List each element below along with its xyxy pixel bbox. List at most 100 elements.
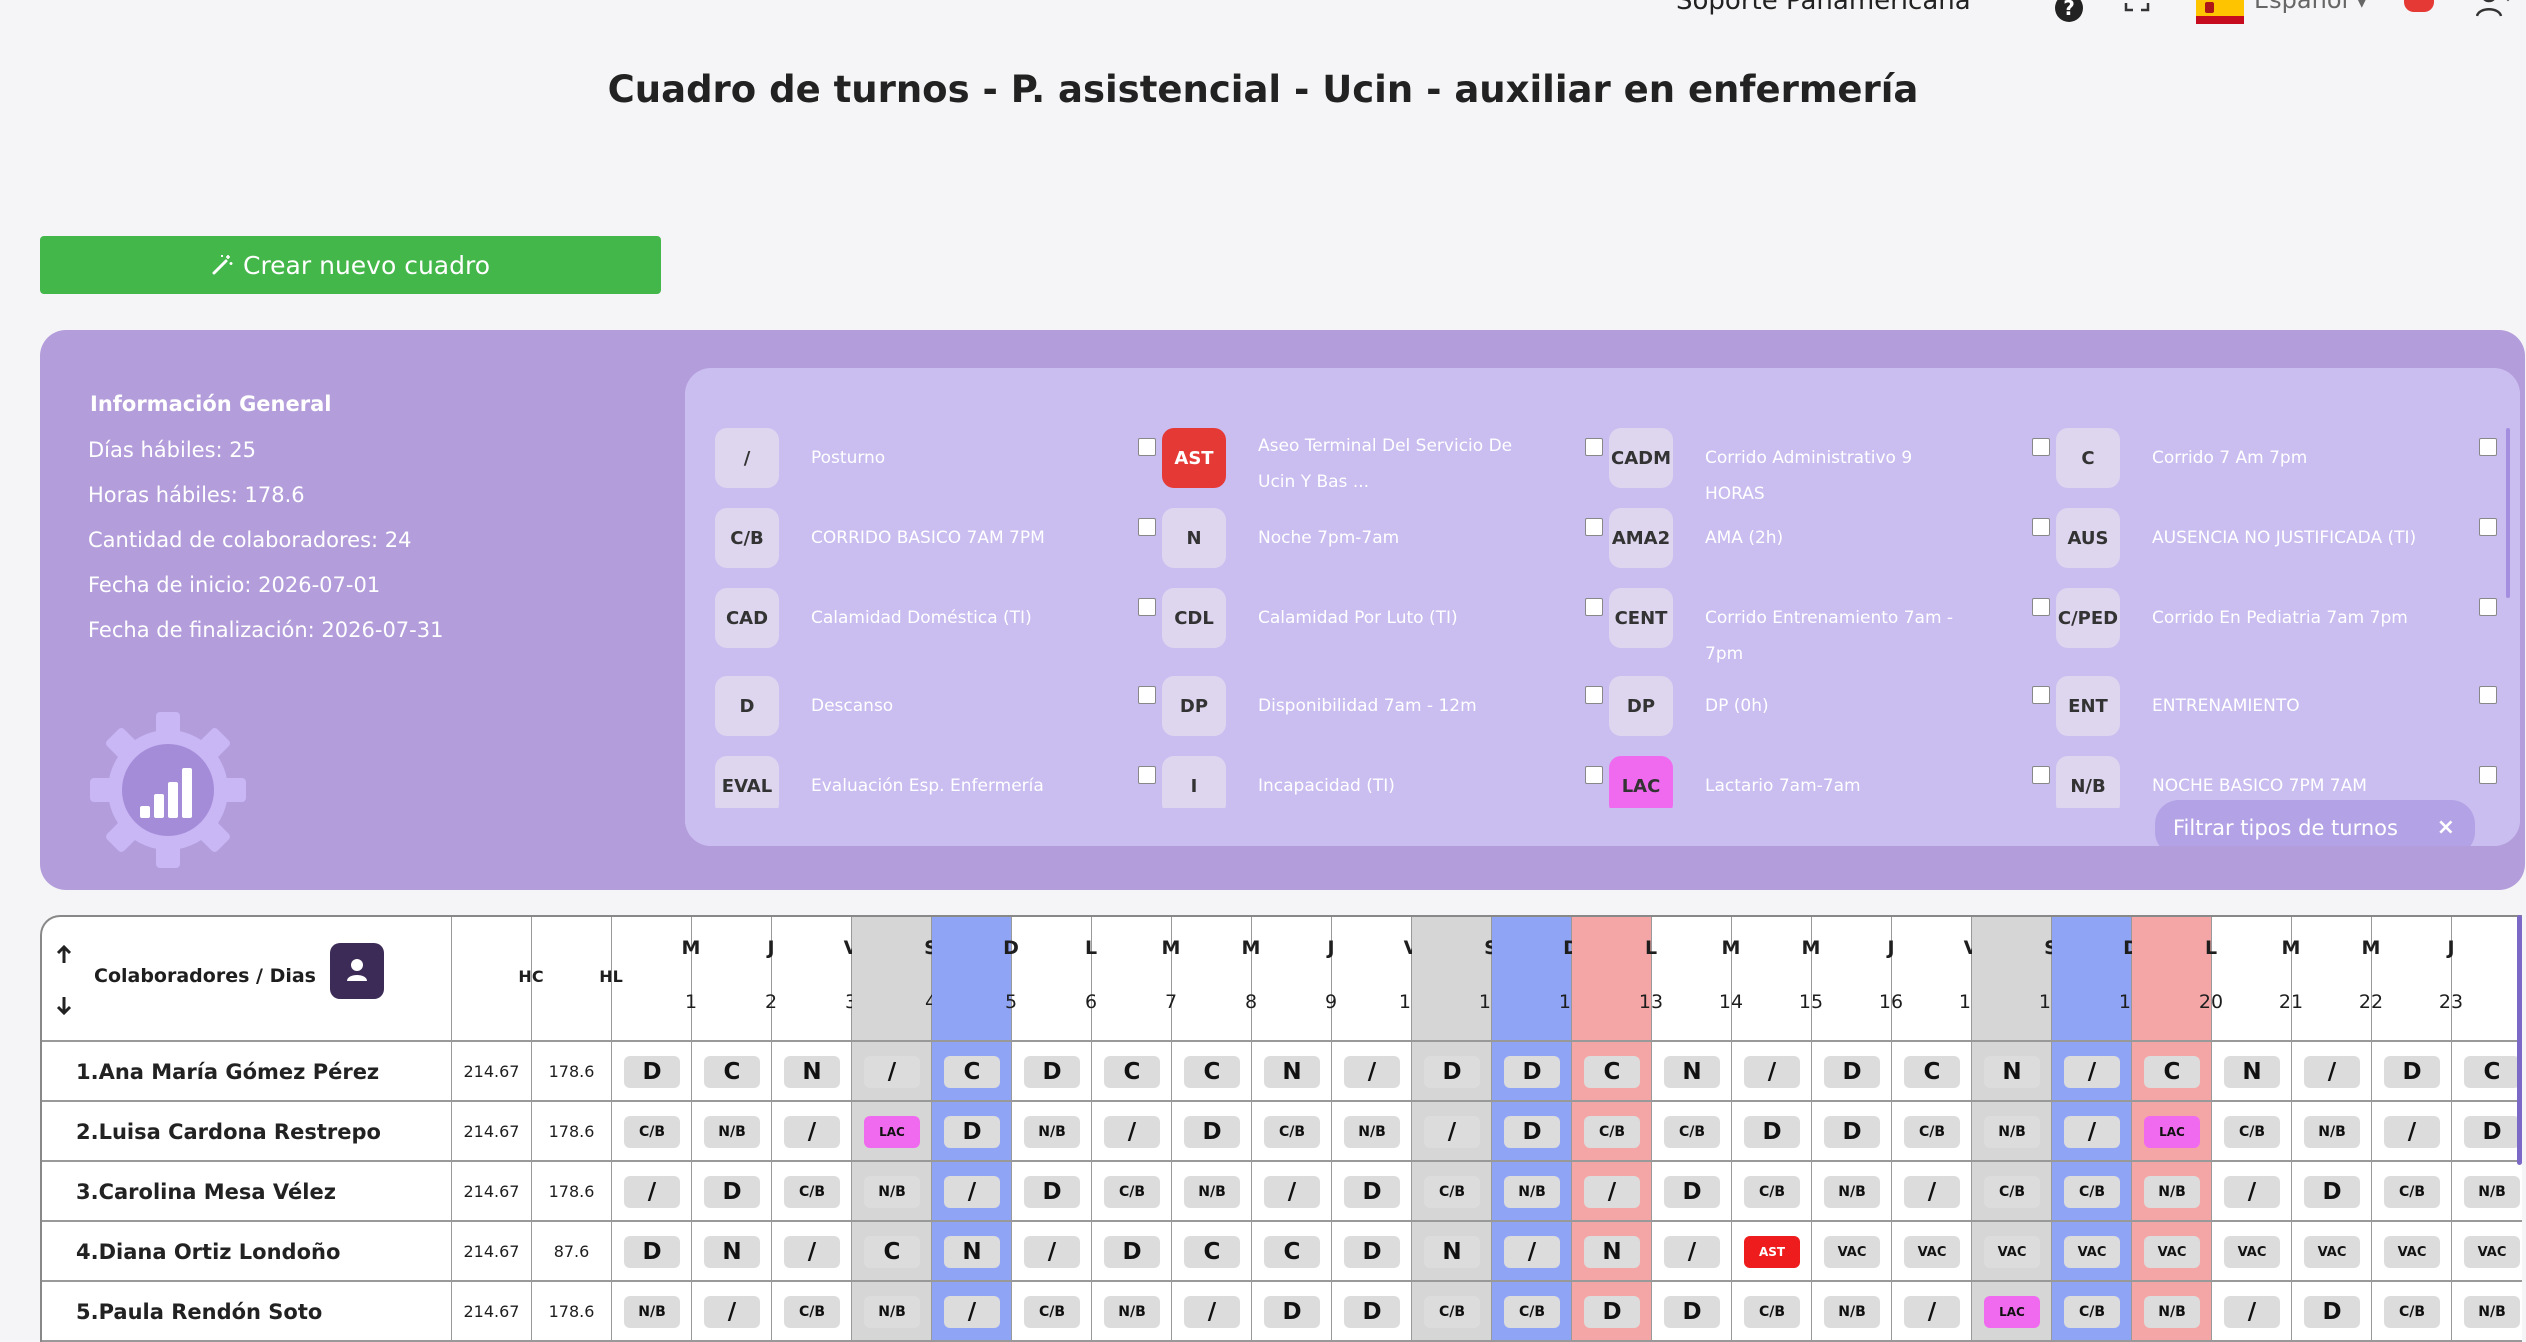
shift-badge[interactable]: C/B (1664, 1116, 1720, 1148)
shift-badge[interactable]: VAC (1824, 1236, 1880, 1268)
shift-badge[interactable]: LAC (1984, 1296, 2040, 1328)
shift-badge[interactable]: C/B (1984, 1176, 2040, 1208)
shift-checkbox[interactable] (2479, 686, 2497, 704)
shift-badge[interactable]: / (944, 1176, 1000, 1208)
schedule-cell[interactable]: / (612, 1162, 692, 1222)
schedule-cell[interactable]: D (2292, 1162, 2372, 1222)
shift-badge[interactable]: C/B (1424, 1176, 1480, 1208)
shift-badge[interactable]: C/B (2384, 1296, 2440, 1328)
schedule-cell[interactable]: C (692, 1042, 772, 1102)
schedule-cell[interactable]: VAC (2052, 1222, 2132, 1282)
shift-badge[interactable]: C/B (2224, 1116, 2280, 1148)
shift-badge[interactable]: N/B (2464, 1176, 2520, 1208)
collaborator-name[interactable]: 1.Ana María Gómez Pérez (42, 1042, 452, 1102)
shift-badge[interactable]: D (2464, 1116, 2520, 1148)
schedule-cell[interactable]: D (612, 1042, 692, 1102)
schedule-cell[interactable]: D (1492, 1102, 1572, 1162)
shift-badge[interactable]: D (1504, 1116, 1560, 1148)
shift-badge[interactable]: C/B (1424, 1296, 1480, 1328)
shift-badge[interactable]: C/B (784, 1176, 840, 1208)
schedule-cell[interactable]: D (1412, 1042, 1492, 1102)
shift-badge[interactable]: C/B (1024, 1296, 1080, 1328)
shift-badge[interactable]: / (1504, 1236, 1560, 1268)
shift-badge[interactable]: VAC (1904, 1236, 1960, 1268)
schedule-cell[interactable]: / (1412, 1102, 1492, 1162)
shift-checkbox[interactable] (2032, 598, 2050, 616)
shift-badge[interactable]: D (2384, 1056, 2440, 1088)
schedule-cell[interactable]: D (2372, 1042, 2452, 1102)
shift-badge[interactable]: / (2064, 1116, 2120, 1148)
schedule-cell[interactable]: N/B (1492, 1162, 1572, 1222)
schedule-cell[interactable]: D (1812, 1102, 1892, 1162)
shift-badge[interactable]: N (944, 1236, 1000, 1268)
question-circle-icon[interactable]: ? (2055, 0, 2083, 22)
schedule-cell[interactable]: / (772, 1222, 852, 1282)
shift-badge[interactable]: C/B (1104, 1176, 1160, 1208)
shift-badge[interactable]: C (1264, 1236, 1320, 1268)
schedule-cell[interactable]: / (2052, 1042, 2132, 1102)
schedule-cell[interactable]: D (612, 1222, 692, 1282)
shift-checkbox[interactable] (1585, 438, 1603, 456)
schedule-cell[interactable]: / (692, 1282, 772, 1342)
create-schedule-button[interactable]: Crear nuevo cuadro (40, 236, 661, 294)
shift-checkbox[interactable] (1585, 518, 1603, 536)
schedule-cell[interactable]: C/B (1092, 1162, 1172, 1222)
shift-badge[interactable]: C/B (1904, 1116, 1960, 1148)
schedule-cell[interactable]: C/B (2052, 1282, 2132, 1342)
shift-badge[interactable]: D (1344, 1176, 1400, 1208)
schedule-cell[interactable]: N (692, 1222, 772, 1282)
shift-checkbox[interactable] (2032, 438, 2050, 456)
shift-badge[interactable]: C (1184, 1236, 1240, 1268)
schedule-cell[interactable]: C (1092, 1042, 1172, 1102)
schedule-cell[interactable]: N/B (852, 1162, 932, 1222)
shift-badge[interactable]: C (2464, 1056, 2520, 1088)
clear-filter-icon[interactable]: × (2437, 800, 2455, 846)
shift-checkbox[interactable] (2479, 766, 2497, 784)
shift-badge[interactable]: D (1824, 1116, 1880, 1148)
schedule-cell[interactable]: N/B (1012, 1102, 1092, 1162)
schedule-cell[interactable]: N/B (1812, 1162, 1892, 1222)
schedule-cell[interactable]: / (1892, 1282, 1972, 1342)
shift-badge[interactable]: N/B (2304, 1116, 2360, 1148)
schedule-cell[interactable]: VAC (2212, 1222, 2292, 1282)
schedule-cell[interactable]: / (1572, 1162, 1652, 1222)
schedule-cell[interactable]: C/B (1412, 1162, 1492, 1222)
shift-checkbox[interactable] (2032, 518, 2050, 536)
shift-checkbox[interactable] (2032, 766, 2050, 784)
shift-checkbox[interactable] (2479, 438, 2497, 456)
shift-badge[interactable]: D (2304, 1176, 2360, 1208)
schedule-cell[interactable]: VAC (2132, 1222, 2212, 1282)
shift-badge[interactable]: / (784, 1236, 840, 1268)
shift-badge[interactable]: N/B (2144, 1176, 2200, 1208)
schedule-cell[interactable]: N (1972, 1042, 2052, 1102)
shift-badge[interactable]: N/B (704, 1116, 760, 1148)
shift-badge[interactable]: N/B (864, 1296, 920, 1328)
shift-badge[interactable]: N/B (2144, 1296, 2200, 1328)
shift-badge[interactable]: C (1104, 1056, 1160, 1088)
schedule-cell[interactable]: N/B (1812, 1282, 1892, 1342)
shift-badge[interactable]: / (624, 1176, 680, 1208)
schedule-cell[interactable]: N/B (692, 1102, 772, 1162)
schedule-cell[interactable]: C (2132, 1042, 2212, 1102)
schedule-cell[interactable]: C/B (1972, 1162, 2052, 1222)
schedule-cell[interactable]: D (1572, 1282, 1652, 1342)
shift-badge[interactable]: C (1584, 1056, 1640, 1088)
schedule-cell[interactable]: C (1252, 1222, 1332, 1282)
schedule-cell[interactable]: C/B (1412, 1282, 1492, 1342)
shift-badge[interactable]: N/B (864, 1176, 920, 1208)
shift-badge[interactable]: C/B (1504, 1296, 1560, 1328)
bell-icon[interactable] (2404, 0, 2434, 12)
shift-badge[interactable]: N/B (1104, 1296, 1160, 1328)
schedule-cell[interactable]: D (1332, 1282, 1412, 1342)
schedule-cell[interactable]: / (2372, 1102, 2452, 1162)
shift-badge[interactable]: D (704, 1176, 760, 1208)
schedule-cell[interactable]: / (1732, 1042, 1812, 1102)
shift-badge[interactable]: D (1104, 1236, 1160, 1268)
schedule-cell[interactable]: N (932, 1222, 1012, 1282)
shift-badge[interactable]: N (1584, 1236, 1640, 1268)
shift-badge[interactable]: VAC (2144, 1236, 2200, 1268)
shift-badge[interactable]: C (944, 1056, 1000, 1088)
schedule-cell[interactable]: C/B (1492, 1282, 1572, 1342)
schedule-cell[interactable]: C/B (1652, 1102, 1732, 1162)
schedule-cell[interactable]: N/B (1332, 1102, 1412, 1162)
